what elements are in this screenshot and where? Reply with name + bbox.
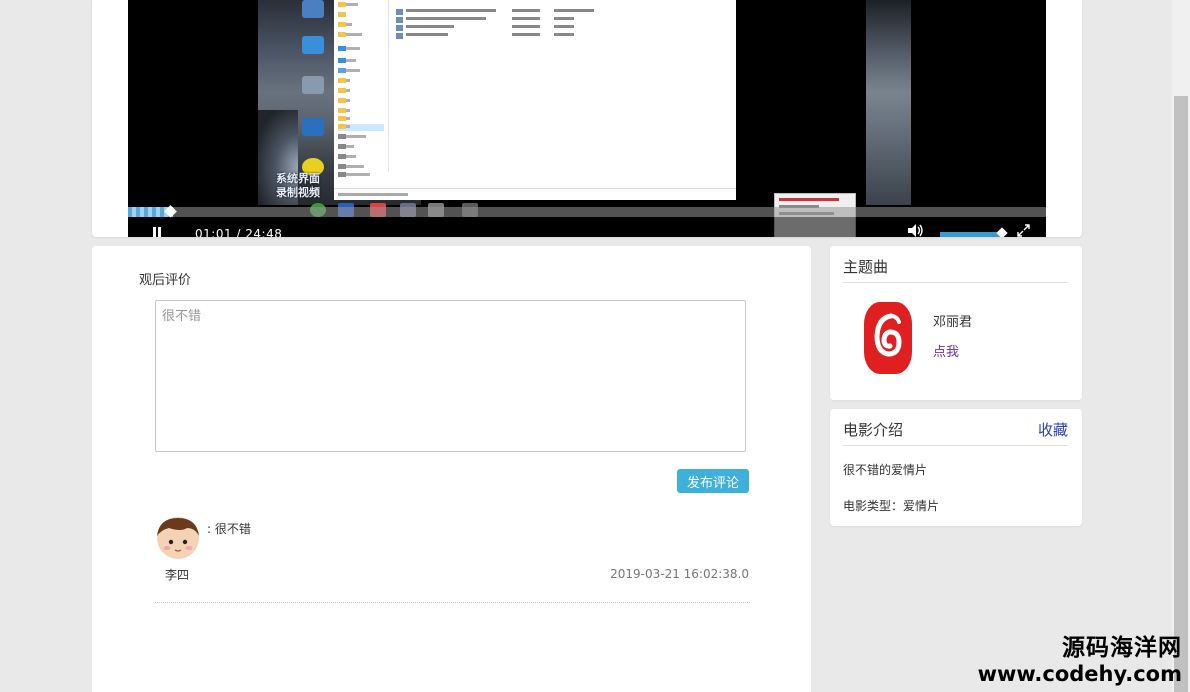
watermark: 源码海洋网 www.codehy.com: [978, 634, 1182, 686]
tree-item: [338, 58, 384, 65]
video-progress-bar[interactable]: [128, 205, 1046, 218]
comment-section: 观后评价 发布评论 : 很不错 李四 2019-03-21 16:02:38.0: [92, 246, 811, 692]
comment-section-title: 观后评价: [139, 273, 192, 288]
fullscreen-icon[interactable]: [1017, 224, 1030, 237]
tree-item: [338, 12, 384, 19]
video-overlay-line: 录制视频: [276, 186, 320, 199]
video-player[interactable]: 系统界面 录制视频 01:01 / 24:48: [128, 0, 1046, 237]
desktop-icon: [302, 0, 324, 18]
singer-name: 邓丽君: [933, 315, 973, 330]
theme-song-card: 主题曲 邓丽君 点我: [830, 246, 1082, 400]
tree-item: [338, 108, 384, 115]
tree-item: [338, 124, 384, 131]
movie-intro-card: 电影介绍 收藏 很不错的爱情片 电影类型：爱情片: [830, 409, 1082, 526]
video-controls: 01:01 / 24:48: [128, 217, 1046, 237]
page-scrollbar[interactable]: [1172, 0, 1190, 692]
pause-icon[interactable]: [152, 227, 162, 237]
comment-username: 李四: [165, 568, 190, 582]
theme-song-title: 主题曲: [843, 258, 889, 276]
tree-item: [338, 144, 384, 151]
movie-intro-title: 电影介绍: [843, 421, 904, 439]
comment-divider: [155, 602, 750, 603]
play-song-link[interactable]: 点我: [933, 341, 959, 360]
video-frame-background: [866, 0, 911, 205]
file-row: [396, 16, 626, 31]
tree-item: [338, 88, 384, 95]
desktop-icon: [302, 118, 324, 136]
comment-text: : 很不错: [207, 522, 251, 536]
tree-item: [338, 116, 384, 123]
tree-item: [338, 68, 384, 75]
tree-item: [338, 98, 384, 105]
avatar: [157, 517, 199, 559]
video-card: 系统界面 录制视频 01:01 / 24:48: [92, 0, 1082, 237]
favorite-link[interactable]: 收藏: [1038, 419, 1068, 440]
watermark-site-name: 源码海洋网: [1062, 635, 1182, 661]
volume-icon[interactable]: [908, 224, 924, 237]
scrollbar-thumb[interactable]: [1174, 96, 1188, 692]
tree-item: [338, 32, 384, 39]
desktop-icon: [302, 36, 324, 54]
tree-item: [338, 2, 384, 9]
tree-item: [338, 164, 384, 171]
tree-item: [338, 134, 384, 141]
volume-slider[interactable]: [940, 232, 1002, 237]
tree-item: [338, 78, 384, 85]
file-row: [396, 8, 626, 23]
comment-input[interactable]: [155, 300, 746, 452]
movie-type: 电影类型：爱情片: [843, 499, 940, 513]
netease-music-icon[interactable]: [864, 302, 912, 374]
tree-item: [338, 22, 384, 29]
file-row: [396, 24, 626, 39]
time-display: 01:01 / 24:48: [195, 227, 283, 237]
tree-item: [338, 154, 384, 161]
comment-timestamp: 2019-03-21 16:02:38.0: [610, 567, 749, 581]
video-overlay-line: 系统界面: [276, 172, 320, 185]
divider: [843, 445, 1067, 446]
submit-comment-button[interactable]: 发布评论: [677, 469, 749, 493]
tree-item: [338, 46, 384, 53]
file-row: [396, 0, 626, 15]
video-overlay-text: 系统界面 录制视频: [276, 172, 320, 200]
movie-description: 很不错的爱情片: [843, 463, 928, 477]
tree-item: [338, 172, 384, 179]
explorer-tree: [334, 0, 389, 177]
video-frame-file-explorer: [334, 0, 736, 200]
desktop-icon: [302, 76, 324, 94]
volume-handle[interactable]: [996, 227, 1008, 237]
divider: [843, 282, 1067, 283]
watermark-url: www.codehy.com: [977, 662, 1182, 686]
explorer-status-bar: [334, 188, 736, 201]
